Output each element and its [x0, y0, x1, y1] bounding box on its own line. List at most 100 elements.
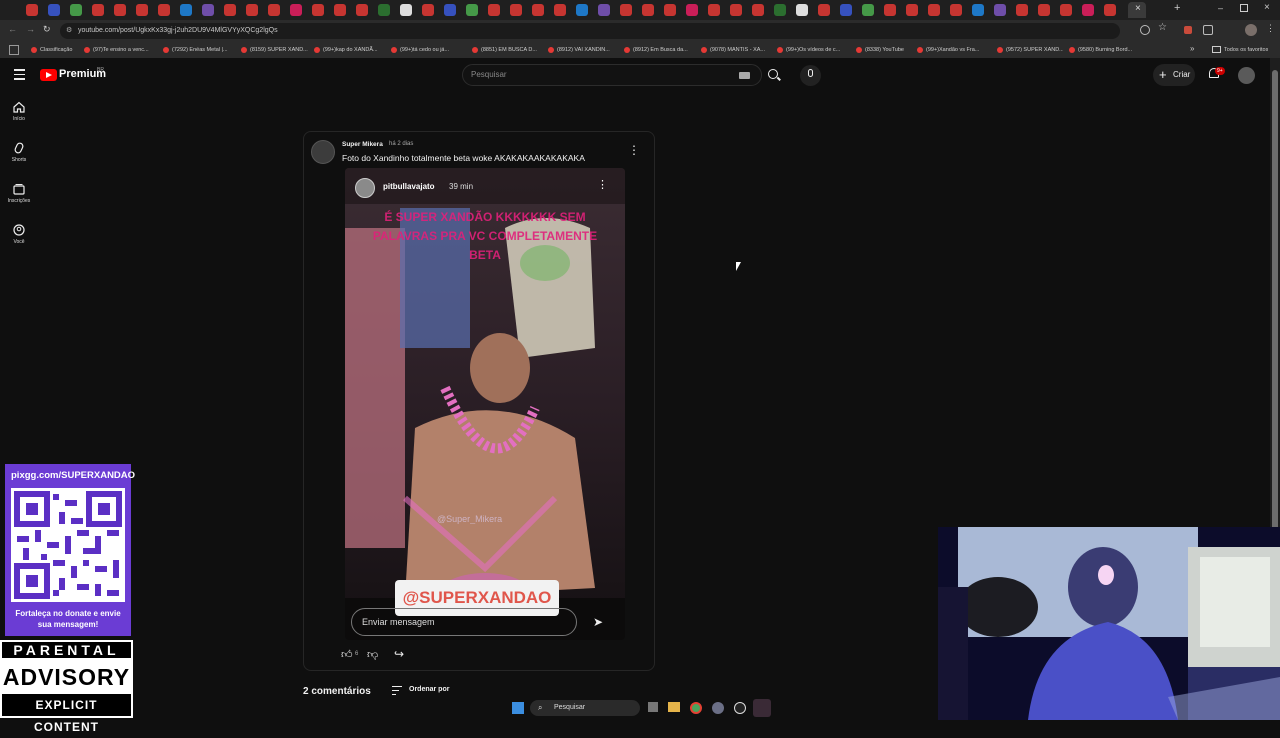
browser-tab[interactable] — [708, 4, 720, 16]
zoom-icon[interactable] — [1140, 25, 1150, 35]
sidebar-item-subscriptions[interactable]: Inscrições — [0, 183, 38, 204]
browser-tab[interactable] — [136, 4, 148, 16]
more-bookmarks-icon[interactable]: » — [1190, 44, 1194, 53]
browser-tab[interactable] — [1082, 4, 1094, 16]
maximize-icon[interactable] — [1240, 4, 1248, 12]
account-avatar[interactable] — [1238, 67, 1255, 84]
task-view-icon[interactable] — [648, 702, 658, 712]
browser-tab[interactable] — [378, 4, 390, 16]
browser-tab[interactable] — [1060, 4, 1072, 16]
all-bookmarks-folder[interactable]: Todos os favoritos — [1212, 44, 1268, 56]
create-button[interactable]: + Criar — [1153, 64, 1195, 86]
hamburger-menu-icon[interactable] — [14, 69, 25, 80]
bookmark-item[interactable]: (8159) SUPER XAND... — [241, 44, 308, 56]
browser-tab[interactable] — [1104, 4, 1116, 16]
browser-tab[interactable] — [1038, 4, 1050, 16]
browser-tab[interactable] — [70, 4, 82, 16]
steam-icon[interactable] — [753, 699, 771, 717]
site-info-icon[interactable]: ⚙ — [66, 23, 72, 39]
post-time[interactable]: há 2 dias — [389, 141, 413, 147]
browser-tab[interactable] — [928, 4, 940, 16]
browser-tab[interactable] — [312, 4, 324, 16]
bookmark-item[interactable]: (9580) Burning Bord... — [1069, 44, 1134, 56]
browser-tab[interactable] — [554, 4, 566, 16]
sort-button[interactable]: Ordenar por — [409, 686, 449, 693]
bookmark-item[interactable]: Classificação — [31, 44, 78, 56]
share-icon[interactable]: ↪ — [394, 647, 404, 661]
browser-tab[interactable] — [290, 4, 302, 16]
browser-tab[interactable] — [730, 4, 742, 16]
new-tab-icon[interactable]: + — [1174, 2, 1180, 14]
browser-tab[interactable] — [906, 4, 918, 16]
post-image[interactable]: pitbullavajato 39 min ⋮ É SUPER XANDÃO K… — [345, 168, 625, 640]
author-avatar[interactable] — [311, 140, 335, 164]
bookmark-item[interactable]: (9572) SUPER XAND... — [997, 44, 1063, 56]
bookmark-item[interactable]: (99+)kap do XANDÃ... — [314, 44, 385, 56]
settings-icon[interactable] — [712, 702, 724, 714]
profile-avatar[interactable] — [1245, 24, 1257, 36]
search-button[interactable] — [764, 65, 784, 85]
obs-icon[interactable] — [734, 702, 746, 714]
bookmark-item[interactable]: (8912) Em Busca da... — [624, 44, 695, 56]
like-button[interactable]: 👍︎ — [341, 648, 353, 661]
bookmark-item[interactable]: (97)Te ensino a venc... — [84, 44, 157, 56]
windows-start-icon[interactable] — [512, 702, 524, 714]
browser-tab[interactable] — [620, 4, 632, 16]
sidebar-item-shorts[interactable]: Shorts — [0, 142, 38, 163]
browser-tab[interactable] — [444, 4, 456, 16]
sidebar-item-home[interactable]: Início — [0, 101, 38, 122]
browser-tab[interactable] — [356, 4, 368, 16]
chrome-icon[interactable] — [690, 702, 702, 714]
file-explorer-icon[interactable] — [668, 702, 680, 712]
sort-icon[interactable] — [392, 686, 402, 695]
browser-tab[interactable] — [180, 4, 192, 16]
bookmark-item[interactable]: (7292) Enéas Metal |... — [163, 44, 235, 56]
window-close-icon[interactable]: × — [1264, 2, 1270, 13]
browser-tab[interactable] — [774, 4, 786, 16]
youtube-logo-icon[interactable] — [40, 69, 57, 81]
forward-icon[interactable]: → — [26, 24, 35, 34]
browser-tab[interactable] — [422, 4, 434, 16]
browser-tab[interactable] — [48, 4, 60, 16]
sidebar-item-you[interactable]: Você — [0, 224, 38, 245]
bookmark-item[interactable]: (8851) EM BUSCA D... — [472, 44, 542, 56]
browser-tab[interactable] — [26, 4, 38, 16]
browser-tab[interactable] — [664, 4, 676, 16]
browser-tab[interactable] — [268, 4, 280, 16]
browser-tab[interactable] — [686, 4, 698, 16]
browser-tab[interactable] — [840, 4, 852, 16]
browser-tab[interactable] — [334, 4, 346, 16]
browser-tab[interactable] — [994, 4, 1006, 16]
browser-tab[interactable] — [92, 4, 104, 16]
browser-tab[interactable] — [1016, 4, 1028, 16]
browser-tab[interactable] — [114, 4, 126, 16]
apps-grid-icon[interactable] — [9, 45, 19, 55]
bookmark-item[interactable]: (99+)tá cedo ou já... — [391, 44, 466, 56]
browser-tab[interactable] — [158, 4, 170, 16]
extension-icon[interactable] — [1184, 26, 1192, 34]
minimize-icon[interactable]: – — [1218, 3, 1223, 13]
browser-tab[interactable] — [796, 4, 808, 16]
browser-tab[interactable] — [972, 4, 984, 16]
browser-tab[interactable] — [400, 4, 412, 16]
extensions-puzzle-icon[interactable] — [1203, 25, 1213, 35]
browser-tab[interactable] — [884, 4, 896, 16]
bookmark-item[interactable]: (99+)Xandão vs Fra... — [917, 44, 991, 56]
browser-tab[interactable] — [862, 4, 874, 16]
close-tab-icon[interactable]: × — [1135, 3, 1141, 14]
bookmark-item[interactable]: (9078) MANTIS - XA... — [701, 44, 771, 56]
post-more-icon[interactable]: ⋮ — [628, 143, 640, 157]
browser-tab[interactable] — [752, 4, 764, 16]
browser-tab[interactable] — [466, 4, 478, 16]
browser-tab[interactable] — [642, 4, 654, 16]
back-icon[interactable]: ← — [8, 24, 17, 34]
browser-tab[interactable] — [488, 4, 500, 16]
scrollbar-thumb[interactable] — [1272, 70, 1278, 530]
bookmark-item[interactable]: (99+)Os vídeos de c... — [777, 44, 850, 56]
reload-icon[interactable]: ↻ — [43, 24, 51, 35]
browser-tab[interactable] — [818, 4, 830, 16]
search-input[interactable]: Pesquisar — [462, 64, 762, 86]
browser-tab[interactable] — [598, 4, 610, 16]
bookmark-item[interactable]: (8912) VAI XANDIN... — [548, 44, 618, 56]
browser-tab[interactable] — [532, 4, 544, 16]
